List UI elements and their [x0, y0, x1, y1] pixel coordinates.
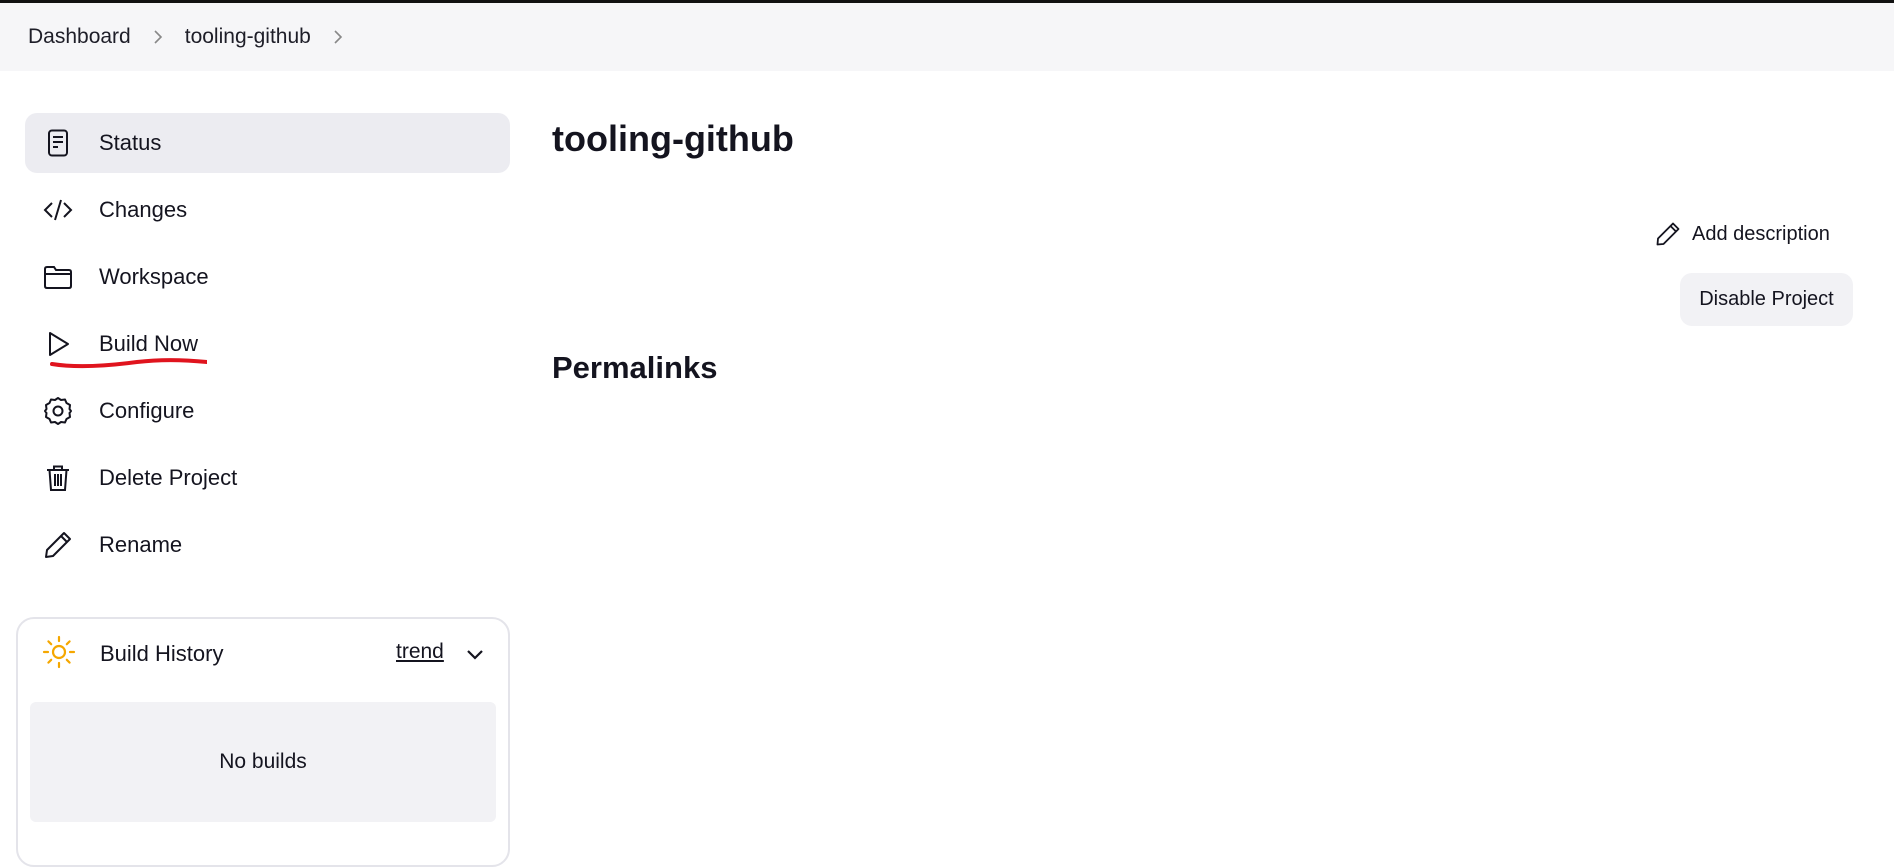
chevron-right-icon[interactable] — [311, 29, 365, 45]
code-icon — [42, 194, 74, 226]
sidebar-tasks: Status Changes Workspace Build Now Confi… — [25, 113, 510, 582]
sidebar-item-rename[interactable]: Rename — [25, 515, 510, 575]
trend-link[interactable]: trend — [396, 640, 444, 664]
sidebar-item-label: Rename — [99, 532, 183, 557]
folder-icon — [42, 261, 74, 293]
sidebar-item-delete-project[interactable]: Delete Project — [25, 448, 510, 508]
pencil-icon — [42, 529, 74, 561]
chevron-down-icon[interactable] — [464, 643, 486, 665]
breadcrumb: Dashboard tooling-github — [0, 3, 1894, 71]
sun-weather-icon — [42, 635, 76, 674]
sidebar-item-configure[interactable]: Configure — [25, 381, 510, 441]
sidebar-item-workspace[interactable]: Workspace — [25, 247, 510, 307]
build-history-widget: Build History trend No builds — [16, 617, 510, 867]
sidebar-item-label: Changes — [99, 197, 188, 222]
permalinks-heading: Permalinks — [552, 350, 718, 385]
breadcrumb-dashboard[interactable]: Dashboard — [28, 25, 131, 49]
sidebar-item-label: Status — [99, 130, 162, 155]
sidebar-item-label: Workspace — [99, 264, 209, 289]
sidebar-item-changes[interactable]: Changes — [25, 180, 510, 240]
breadcrumb-tooling-github[interactable]: tooling-github — [185, 25, 311, 49]
build-history-header: Build History trend — [18, 619, 508, 689]
sidebar-item-build-now[interactable]: Build Now — [25, 314, 510, 374]
sidebar-item-status[interactable]: Status — [25, 113, 510, 173]
add-description-link[interactable]: Add description — [1655, 221, 1830, 247]
sidebar-item-label: Configure — [99, 398, 195, 423]
build-history-title: Build History — [100, 641, 224, 666]
pencil-icon — [1656, 222, 1680, 246]
sidebar-item-label: Build Now — [99, 331, 199, 356]
build-history-empty: No builds — [30, 702, 496, 822]
disable-project-button[interactable]: Disable Project — [1680, 273, 1853, 326]
status-document-icon — [42, 127, 74, 159]
no-builds-text: No builds — [219, 750, 307, 773]
add-description-label: Add description — [1692, 222, 1830, 245]
gear-icon — [42, 395, 74, 427]
trash-icon — [42, 462, 74, 494]
chevron-right-icon[interactable] — [131, 29, 185, 45]
page-title: tooling-github — [552, 118, 794, 159]
play-icon — [42, 328, 74, 360]
sidebar-item-label: Delete Project — [99, 465, 238, 490]
